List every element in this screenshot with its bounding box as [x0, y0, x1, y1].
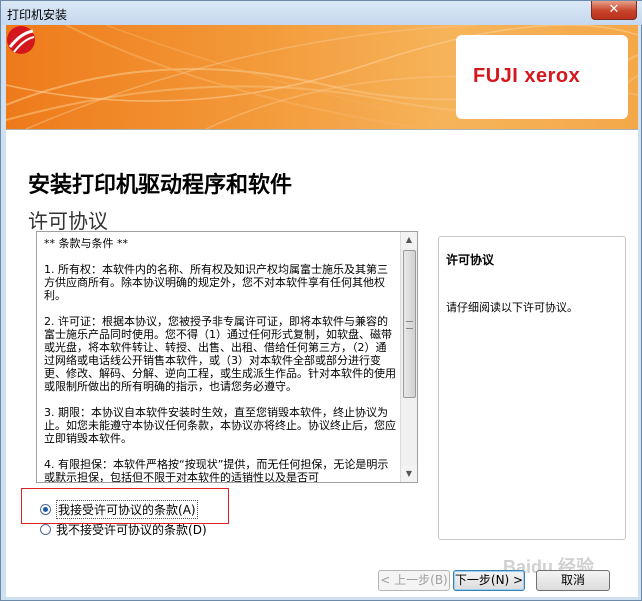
decline-label: 我不接受许可协议的条款: [56, 522, 189, 537]
license-text-box[interactable]: ** 条款与条件 ** 1. 所有权：本软件内的名称、所有权及知识产权均属富士施…: [36, 231, 418, 483]
scroll-down-icon[interactable]: ▼: [401, 466, 417, 482]
scroll-up-icon[interactable]: ▲: [401, 232, 417, 248]
license-text: ** 条款与条件 ** 1. 所有权：本软件内的名称、所有权及知识产权均属富士施…: [44, 237, 396, 483]
grip-icon: [406, 321, 413, 329]
decline-radio[interactable]: [40, 523, 51, 535]
window-title: 打印机安装: [7, 8, 68, 22]
close-button[interactable]: ✕: [591, 1, 637, 20]
title-bar[interactable]: 打印机安装 ✕: [1, 1, 642, 25]
info-panel-text: 请仔细阅读以下许可协议。: [446, 301, 578, 314]
xerox-logo-icon: [7, 26, 35, 54]
page-subtitle: 许可协议: [28, 209, 108, 233]
info-panel-title: 许可协议: [446, 253, 495, 267]
decline-label-wrap[interactable]: 我不接受许可协议的条款(D): [56, 521, 207, 538]
accept-access-key: (A): [178, 502, 196, 517]
scroll-thumb[interactable]: [403, 250, 416, 398]
installer-window: 打印机安装 ✕ FUJI xerox 安装打印机驱动程序和软件 许可协议 ** …: [0, 0, 642, 601]
next-button[interactable]: 下一步(N) >: [453, 570, 525, 591]
page-title: 安装打印机驱动程序和软件: [28, 172, 293, 198]
accept-option[interactable]: 我接受许可协议的条款(A): [40, 499, 198, 519]
accept-radio[interactable]: [40, 503, 51, 515]
decline-option[interactable]: 我不接受许可协议的条款(D): [40, 521, 207, 537]
license-scrollbar[interactable]: ▲ ▼: [400, 232, 417, 482]
header-banner: FUJI xerox: [6, 25, 638, 129]
info-panel: 许可协议 请仔细阅读以下许可协议。: [438, 236, 626, 540]
accept-label: 我接受许可协议的条款: [58, 502, 179, 517]
back-button[interactable]: < 上一步(B): [378, 570, 450, 591]
fuji-xerox-logo: FUJI xerox: [473, 65, 581, 87]
accept-label-wrap[interactable]: 我接受许可协议的条款(A): [56, 499, 198, 519]
decline-access-key: (D): [188, 522, 207, 537]
header-divider: [6, 129, 638, 130]
cancel-button[interactable]: 取消: [536, 570, 610, 591]
dialog-content: FUJI xerox 安装打印机驱动程序和软件 许可协议 ** 条款与条件 **…: [6, 25, 638, 597]
close-icon: ✕: [608, 2, 620, 17]
